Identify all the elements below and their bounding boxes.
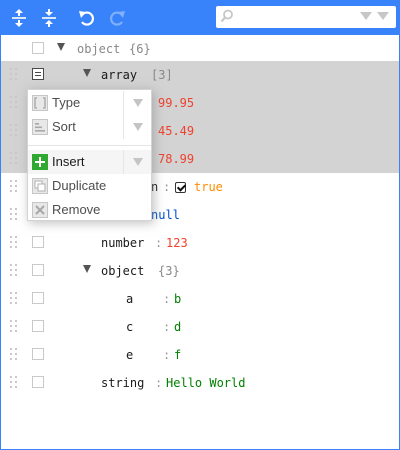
context-menu-button[interactable] (32, 348, 44, 360)
undo-button[interactable] (75, 6, 99, 30)
number-value[interactable]: 78.99 (158, 150, 194, 168)
drag-handle-icon[interactable] (10, 180, 18, 194)
tree-row-array[interactable]: array [3] (1, 61, 399, 89)
field-separator: : (163, 348, 171, 362)
tree-row-object-item: c : d (1, 313, 399, 341)
field-name[interactable]: a (126, 290, 133, 308)
menu-item-label: Type (52, 95, 81, 110)
menu-item-label: Duplicate (52, 178, 107, 193)
tree-row-string: string : Hello World (1, 369, 399, 397)
field-name[interactable]: string (101, 374, 144, 392)
field-name[interactable]: c (126, 318, 133, 336)
context-menu-button[interactable] (32, 376, 44, 388)
context-menu-button[interactable] (32, 236, 44, 248)
menu-item-sort[interactable]: Sort (28, 115, 151, 139)
context-menu-button[interactable] (32, 264, 44, 276)
boolean-value[interactable]: true (194, 178, 223, 196)
context-menu-button[interactable] (32, 320, 44, 332)
context-menu-button[interactable] (32, 42, 44, 54)
collapse-all-icon (42, 9, 56, 27)
field-name[interactable]: array (101, 66, 137, 84)
collapse-all-button[interactable] (37, 6, 61, 30)
tree-row-object-item: e : f (1, 341, 399, 369)
string-value[interactable]: f (174, 346, 181, 364)
menu-item-duplicate[interactable]: Duplicate (28, 174, 151, 198)
field-separator: : (155, 376, 163, 390)
search-next-icon[interactable] (360, 12, 372, 20)
context-menu: Type Sort Insert Duplicate Remove (27, 89, 152, 221)
menu-item-remove[interactable]: Remove (28, 198, 151, 222)
collapse-icon[interactable] (83, 69, 91, 77)
remove-icon (32, 202, 48, 218)
search-previous-icon[interactable] (377, 12, 389, 20)
menu-item-label: Remove (52, 202, 101, 217)
number-value[interactable]: 123 (166, 234, 188, 252)
submenu-arrow-icon[interactable] (123, 150, 151, 174)
field-separator: : (163, 292, 171, 306)
json-editor: object {6} array [3] 99.95 45.49 78.99 n (0, 0, 400, 450)
field-name[interactable]: number (101, 234, 144, 252)
menu-separator (28, 145, 151, 146)
submenu-arrow-icon[interactable] (123, 115, 151, 139)
expand-all-button[interactable] (7, 6, 31, 30)
duplicate-icon (32, 178, 48, 194)
undo-icon (79, 11, 94, 26)
drag-handle-icon[interactable] (10, 68, 18, 82)
menu-bar (1, 0, 400, 35)
menu-item-label: Insert (52, 154, 85, 169)
search-icon (220, 9, 233, 23)
menu-item-label: Sort (52, 119, 76, 134)
search-box (216, 6, 396, 28)
drag-handle-icon[interactable] (10, 208, 18, 222)
drag-handle-icon[interactable] (10, 376, 18, 390)
collapse-icon[interactable] (57, 43, 65, 51)
drag-handle-icon[interactable] (10, 264, 18, 278)
child-count: {6} (129, 42, 151, 56)
field-name: object (77, 42, 121, 56)
number-value[interactable]: 45.49 (158, 122, 194, 140)
drag-handle-icon[interactable] (10, 236, 18, 250)
menu-item-type[interactable]: Type (28, 91, 151, 115)
expand-all-icon (12, 9, 26, 27)
field-separator: : (163, 180, 171, 194)
search-input[interactable] (238, 8, 358, 26)
field-name[interactable]: object (101, 262, 144, 280)
tree-row-object: object {3} (1, 257, 399, 285)
tree-row-root: object {6} (1, 35, 399, 63)
null-value[interactable]: null (151, 206, 180, 224)
context-menu-button[interactable] (32, 292, 44, 304)
drag-handle-icon[interactable] (10, 124, 18, 138)
redo-icon (110, 11, 125, 26)
context-menu-button[interactable] (32, 68, 44, 80)
menu-item-insert[interactable]: Insert (28, 150, 151, 174)
boolean-checkbox[interactable] (175, 182, 186, 193)
field-name[interactable]: n (151, 178, 158, 196)
redo-button[interactable] (105, 6, 129, 30)
submenu-arrow-icon[interactable] (123, 91, 151, 115)
drag-handle-icon[interactable] (10, 292, 18, 306)
drag-handle-icon[interactable] (10, 348, 18, 362)
field-name[interactable]: e (126, 346, 133, 364)
field-separator: : (163, 320, 171, 334)
child-count: {3} (158, 264, 180, 278)
sort-icon (32, 119, 48, 135)
string-value[interactable]: b (174, 290, 181, 308)
number-value[interactable]: 99.95 (158, 94, 194, 112)
field-separator: : (155, 236, 163, 250)
tree-row-object-item: a : b (1, 285, 399, 313)
string-value[interactable]: d (174, 318, 181, 336)
drag-handle-icon[interactable] (10, 152, 18, 166)
tree-row-number: number : 123 (1, 229, 399, 257)
drag-handle-icon[interactable] (10, 320, 18, 334)
collapse-icon[interactable] (83, 265, 91, 273)
drag-handle-icon[interactable] (10, 96, 18, 110)
insert-icon (32, 154, 48, 170)
type-icon (32, 95, 48, 111)
string-value[interactable]: Hello World (166, 374, 245, 392)
child-count: [3] (151, 68, 173, 82)
